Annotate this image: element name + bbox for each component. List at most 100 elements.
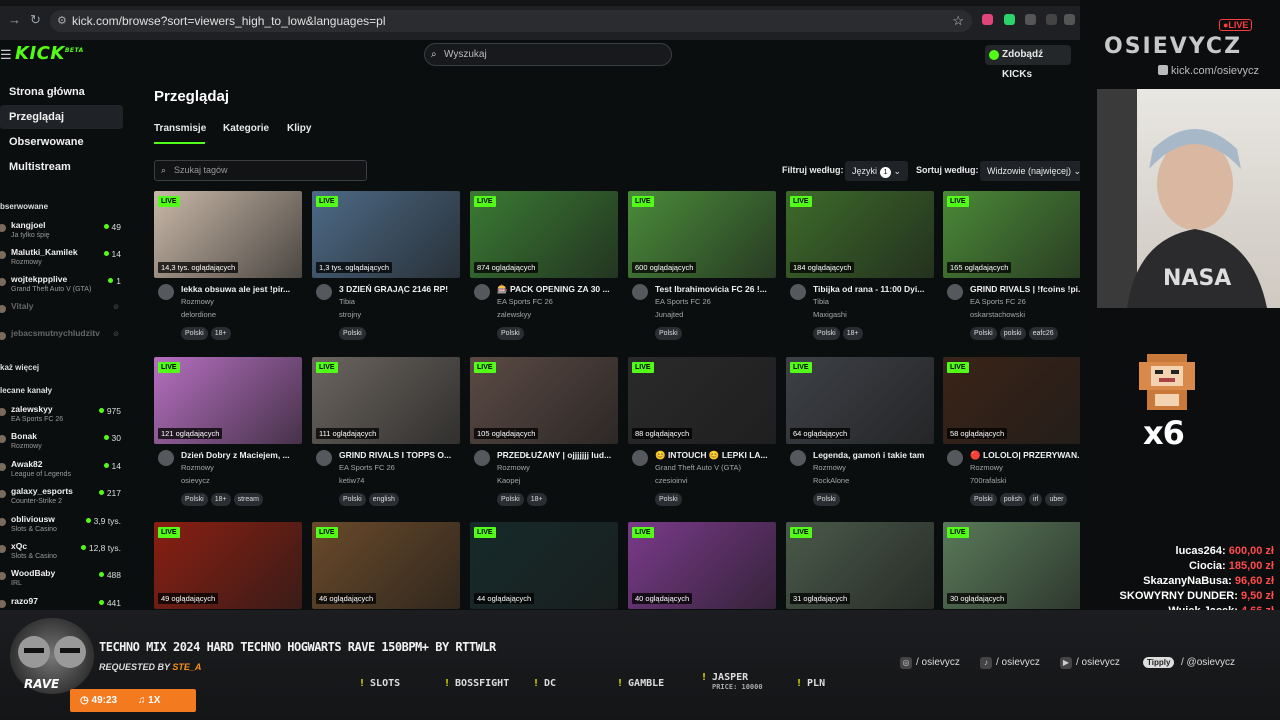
puzzle-icon[interactable] <box>1025 14 1036 25</box>
stream-thumbnail[interactable]: LIVE 111 oglądających <box>312 357 460 444</box>
streamer-name[interactable]: strojny <box>339 310 361 319</box>
sidebar-channel[interactable]: obliviousw Slots & Casino 3,9 tys. <box>0 512 125 538</box>
bookmark-star-icon[interactable]: ☆ <box>952 10 964 32</box>
streamer-avatar[interactable] <box>790 450 806 466</box>
stream-tag[interactable]: Polski <box>339 327 366 340</box>
streamer-avatar[interactable] <box>316 284 332 300</box>
stream-category[interactable]: EA Sports FC 26 <box>970 297 1026 306</box>
stream-title[interactable]: PRZEDŁUŻANY | ojjjjjjj lud... <box>497 450 618 460</box>
download-icon[interactable] <box>1064 14 1075 25</box>
stream-category[interactable]: Grand Theft Auto V (GTA) <box>655 463 741 472</box>
streamer-name[interactable]: RockAlone <box>813 476 849 485</box>
stream-tag[interactable]: 18+ <box>842 327 863 340</box>
sidebar-channel[interactable]: xQc Slots & Casino 12,8 tys. <box>0 539 125 565</box>
sidebar-channel[interactable]: razo97 441 <box>0 594 125 610</box>
sidebar-channel[interactable]: WoodBaby IRL 488 <box>0 566 125 592</box>
stream-category[interactable]: EA Sports FC 26 <box>497 297 553 306</box>
streamer-avatar[interactable] <box>632 450 648 466</box>
stream-thumbnail[interactable]: LIVE 44 oglądających <box>470 522 618 609</box>
stream-title[interactable]: Tibijka od rana - 11:00 Dyi... <box>813 284 934 294</box>
stream-tag[interactable]: uber <box>1045 493 1068 506</box>
stream-tag[interactable]: stream <box>233 493 263 506</box>
stream-card[interactable]: LIVE 105 oglądających PRZEDŁUŻANY | ojjjjj… <box>470 357 618 517</box>
stream-thumbnail[interactable]: LIVE 49 oglądających <box>154 522 302 609</box>
sidebar-channel[interactable]: kangjoel Ja tylko śpię 49 <box>0 218 125 244</box>
stream-title[interactable]: Test Ibrahimovicia FC 26 !... <box>655 284 776 294</box>
stream-card[interactable]: LIVE 46 oglądających <box>312 522 460 610</box>
search-input[interactable]: ⌕ Wyszukaj <box>424 43 672 66</box>
stream-category[interactable]: Tibia <box>339 297 355 306</box>
stream-thumbnail[interactable]: LIVE 105 oglądających <box>470 357 618 444</box>
stream-category[interactable]: Rozmowy <box>181 463 214 472</box>
sort-dropdown[interactable]: Widzowie (najwięcej) ⌄ <box>980 161 1080 181</box>
stream-tag[interactable]: english <box>368 493 399 506</box>
sidebar-item-home[interactable]: Strona główna <box>0 80 123 104</box>
stream-thumbnail[interactable]: LIVE 30 oglądających <box>943 522 1080 609</box>
stream-tag[interactable]: Polski <box>970 493 997 506</box>
stream-title[interactable]: 3 DZIEŃ GRAJĄC 2146 RP! <box>339 284 460 294</box>
streamer-name[interactable]: czesioinvi <box>655 476 688 485</box>
address-bar[interactable]: ⚙ kick.com/browse?sort=viewers_high_to_l… <box>50 10 972 32</box>
stream-title[interactable]: GRIND RIVALS | !fcoins !pi... <box>970 284 1080 294</box>
stream-card[interactable]: LIVE 111 oglądających GRIND RIVALS I TOPPS… <box>312 357 460 517</box>
stream-card[interactable]: LIVE 58 oglądających 🔴 LOLOLO| PRZERYWAN..… <box>943 357 1080 517</box>
stream-title[interactable]: Dzień Dobry z Maciejem, ... <box>181 450 302 460</box>
stream-card[interactable]: LIVE 121 oglądających Dzień Dobry z Maciej… <box>154 357 302 517</box>
sidebar-item-multistream[interactable]: Multistream <box>0 155 123 179</box>
stream-tag[interactable]: 18+ <box>210 327 231 340</box>
stream-card[interactable]: LIVE 30 oglądających <box>943 522 1080 610</box>
stream-category[interactable]: Rozmowy <box>181 297 214 306</box>
stream-title[interactable]: 🎰 PACK OPENING ZA 30 ... <box>497 284 618 295</box>
stream-card[interactable]: LIVE 165 oglądających GRIND RIVALS | !fcoi… <box>943 191 1080 351</box>
stream-tag[interactable]: polski <box>999 327 1026 340</box>
stream-card[interactable]: LIVE 40 oglądających <box>628 522 776 610</box>
sidebar-channel[interactable]: Bonak Rozmowy 30 <box>0 429 125 455</box>
stream-thumbnail[interactable]: LIVE 14,3 tys. oglądających <box>154 191 302 278</box>
stream-category[interactable]: Rozmowy <box>813 463 846 472</box>
stream-title[interactable]: lekka obsuwa ale jest !pir... <box>181 284 302 294</box>
show-more-link[interactable]: każ więcej <box>0 363 39 372</box>
streamer-name[interactable]: Maxigashi <box>813 310 847 319</box>
streamer-avatar[interactable] <box>474 284 490 300</box>
streamer-avatar[interactable] <box>474 450 490 466</box>
streamer-avatar[interactable] <box>158 450 174 466</box>
stream-category[interactable]: EA Sports FC 26 <box>655 297 711 306</box>
streamer-avatar[interactable] <box>947 450 963 466</box>
stream-thumbnail[interactable]: LIVE 165 oglądających <box>943 191 1080 278</box>
sidebar-channel[interactable]: Vitaly ⊘ <box>0 299 125 325</box>
stream-tag[interactable]: Polski <box>970 327 997 340</box>
stream-card[interactable]: LIVE 49 oglądających <box>154 522 302 610</box>
menu-icon[interactable] <box>1046 14 1057 25</box>
stream-card[interactable]: LIVE 88 oglądających 😊 INTOUCH 😊 LEPKI LA.… <box>628 357 776 517</box>
stream-category[interactable]: Tibia <box>813 297 829 306</box>
stream-tag[interactable]: polish <box>999 493 1026 506</box>
sidebar-channel[interactable]: galaxy_esports Counter-Strike 2 217 <box>0 484 125 510</box>
get-kicks-button[interactable]: Zdobądź KICKs <box>985 45 1071 80</box>
extension-icon[interactable] <box>1004 14 1015 25</box>
stream-tag[interactable]: 18+ <box>526 493 547 506</box>
streamer-name[interactable]: Kaopej <box>497 476 520 485</box>
stream-tag[interactable]: Polski <box>181 493 208 506</box>
stream-thumbnail[interactable]: LIVE 64 oglądających <box>786 357 934 444</box>
streamer-name[interactable]: delordione <box>181 310 216 319</box>
sidebar-channel[interactable]: wojtekppplive Grand Theft Auto V (GTA) 1 <box>0 272 125 298</box>
sidebar-item-browse[interactable]: Przeglądaj <box>0 105 123 129</box>
kick-logo[interactable]: KICKBETA <box>15 43 84 64</box>
stream-card[interactable]: LIVE 14,3 tys. oglądających lekka obsuwa a… <box>154 191 302 351</box>
stream-tag[interactable]: Polski <box>655 327 682 340</box>
sidebar-channel[interactable]: zalewskyy EA Sports FC 26 975 <box>0 402 125 428</box>
streamer-avatar[interactable] <box>790 284 806 300</box>
streamer-avatar[interactable] <box>632 284 648 300</box>
languages-filter-button[interactable]: Języki 1 ⌄ <box>845 161 909 181</box>
stream-tag[interactable]: Polski <box>497 327 524 340</box>
forward-icon[interactable]: → <box>8 12 21 27</box>
stream-thumbnail[interactable]: LIVE 121 oglądających <box>154 357 302 444</box>
stream-thumbnail[interactable]: LIVE 40 oglądających <box>628 522 776 609</box>
streamer-avatar[interactable] <box>947 284 963 300</box>
stream-thumbnail[interactable]: LIVE 88 oglądających <box>628 357 776 444</box>
site-info-icon[interactable]: ⚙ <box>57 10 67 32</box>
streamer-name[interactable]: zalewskyy <box>497 310 531 319</box>
stream-card[interactable]: LIVE 44 oglądających <box>470 522 618 610</box>
stream-thumbnail[interactable]: LIVE 1,3 tys. oglądających <box>312 191 460 278</box>
stream-category[interactable]: EA Sports FC 26 <box>339 463 395 472</box>
